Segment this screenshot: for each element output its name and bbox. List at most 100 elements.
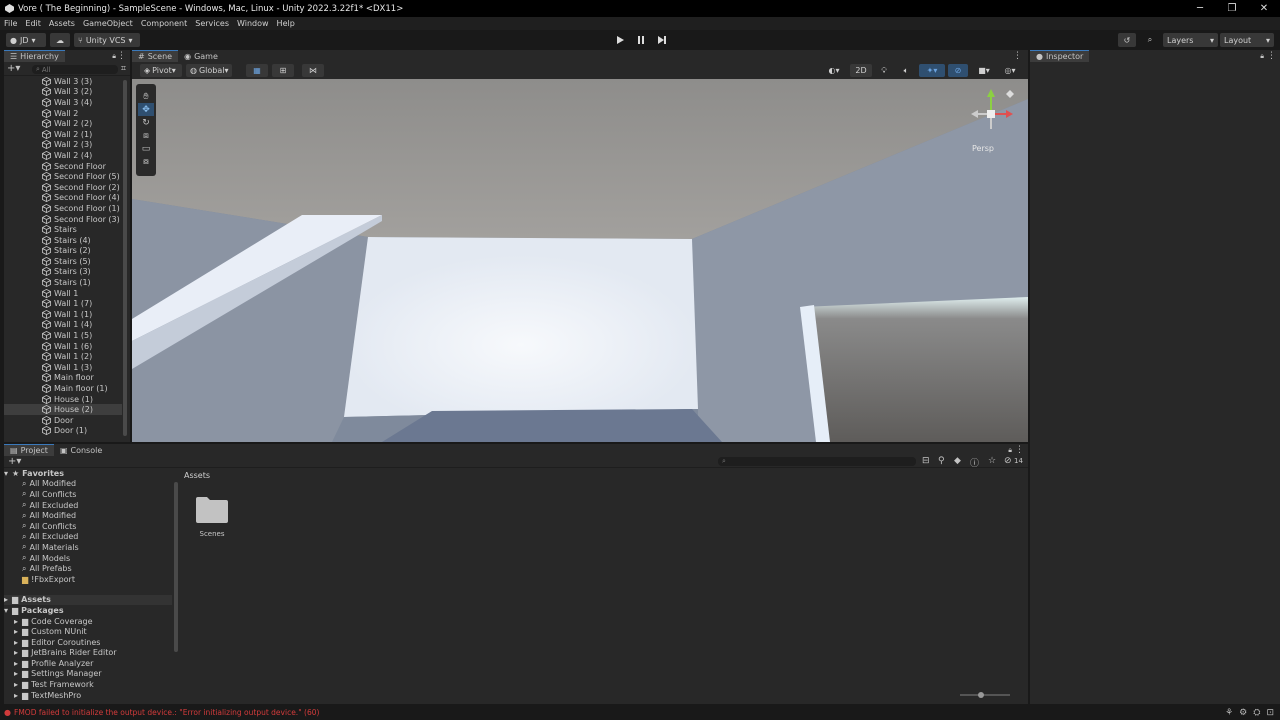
hierarchy-search-input[interactable]: ⌕ All <box>32 65 118 74</box>
history-button[interactable]: ↺ <box>1118 33 1136 47</box>
package-item[interactable]: ▸ ▆ Profile Analyzer <box>4 658 172 669</box>
hierarchy-item[interactable]: Wall 1 (6) <box>4 341 122 352</box>
global-dropdown[interactable]: ◍ Global ▾ <box>186 64 232 77</box>
2d-toggle[interactable]: 2D <box>850 64 872 77</box>
rect-tool-button[interactable]: ▭ <box>138 142 154 155</box>
package-item[interactable]: ▸ ▆ Test Framework <box>4 679 172 690</box>
expand-arrow-icon[interactable]: ▸ <box>14 669 22 678</box>
tab-hierarchy[interactable]: ☰ Hierarchy <box>4 50 65 62</box>
favorite-item[interactable]: ⌕ All Models <box>4 553 172 564</box>
menu-assets[interactable]: Assets <box>49 19 75 28</box>
filter-icon[interactable]: ⌗ <box>121 64 126 74</box>
hierarchy-item[interactable]: Wall 2 (2) <box>4 118 122 129</box>
hierarchy-item[interactable]: Wall 1 (5) <box>4 330 122 341</box>
step-button[interactable] <box>651 33 672 47</box>
package-item[interactable]: ▸ ▆ JetBrains Rider Editor <box>4 648 172 659</box>
hierarchy-item[interactable]: Main floor (1) <box>4 383 122 394</box>
expand-arrow-icon[interactable]: ▸ <box>14 638 22 647</box>
hierarchy-item[interactable]: Wall 2 (4) <box>4 150 122 161</box>
account-dropdown[interactable]: ● JD ▾ <box>6 33 46 47</box>
hierarchy-item[interactable]: Second Floor (3) <box>4 214 122 225</box>
favorite-item[interactable]: ⌕ All Modified <box>4 510 172 521</box>
icon-size-slider[interactable] <box>960 692 1010 698</box>
scrollbar-thumb[interactable] <box>123 80 127 436</box>
hierarchy-item[interactable]: Wall 1 (7) <box>4 298 122 309</box>
favorite-icon[interactable]: ☆ <box>988 456 996 466</box>
rotate-tool-button[interactable]: ↻ <box>138 116 154 129</box>
hidden-packages-icon[interactable]: ⊘ <box>1004 456 1012 466</box>
favorite-item[interactable]: ⌕ All Excluded <box>4 500 172 511</box>
hierarchy-item[interactable]: Second Floor (4) <box>4 193 122 204</box>
expand-arrow-icon[interactable]: ▸ <box>14 691 22 700</box>
layers-dropdown[interactable]: Layers ▾ <box>1163 33 1218 47</box>
favorites-header[interactable]: ▾ ★ Favorites <box>4 468 172 479</box>
notification-icon[interactable]: ⊡ <box>1266 708 1274 718</box>
hierarchy-item[interactable]: Wall 2 (3) <box>4 140 122 151</box>
cloud-button[interactable]: ☁ <box>50 33 70 47</box>
menu-component[interactable]: Component <box>141 19 187 28</box>
project-tree-scrollbar[interactable] <box>173 480 179 704</box>
add-icon[interactable]: +▾ <box>7 63 20 75</box>
status-error-message[interactable]: FMOD failed to initialize the output dev… <box>14 708 319 717</box>
increment-snap-button[interactable]: ⋈ <box>302 64 324 77</box>
expand-arrow-icon[interactable]: ▸ <box>14 680 22 689</box>
hand-tool-button[interactable]: ✋︎ <box>138 90 154 103</box>
hierarchy-item[interactable]: Wall 3 (3) <box>4 76 122 87</box>
hierarchy-item[interactable]: Second Floor (1) <box>4 203 122 214</box>
expand-arrow-icon[interactable]: ▸ <box>14 648 22 657</box>
camera-dropdown[interactable]: ■▾ <box>972 64 996 77</box>
hierarchy-item[interactable]: Wall 2 (1) <box>4 129 122 140</box>
hierarchy-item[interactable]: Second Floor (2) <box>4 182 122 193</box>
favorite-item[interactable]: ⌕ All Conflicts <box>4 489 172 500</box>
lighting-toggle[interactable]: 💡︎ <box>875 64 893 77</box>
gizmos-dropdown[interactable]: ◎▾ <box>998 64 1022 77</box>
tab-inspector[interactable]: ● Inspector <box>1030 50 1090 62</box>
hierarchy-item[interactable]: Door (1) <box>4 426 122 437</box>
hierarchy-item[interactable]: Stairs (3) <box>4 267 122 278</box>
hierarchy-item[interactable]: Stairs <box>4 224 122 235</box>
hierarchy-item[interactable]: Wall 1 (2) <box>4 351 122 362</box>
favorite-item[interactable]: ⌕ All Materials <box>4 542 172 553</box>
shading-mode-dropdown[interactable]: ◐▾ <box>822 64 846 77</box>
persp-label[interactable]: Persp <box>972 144 994 153</box>
hierarchy-item[interactable]: Stairs (1) <box>4 277 122 288</box>
lock-icon[interactable]: 🔒︎ <box>112 52 116 61</box>
effects-dropdown[interactable]: ✦▾ <box>919 64 945 77</box>
hierarchy-item[interactable]: Second Floor <box>4 161 122 172</box>
more-options-icon[interactable]: ⋮ <box>1267 51 1276 61</box>
tab-game[interactable]: ◉ Game <box>178 50 224 62</box>
play-button[interactable] <box>609 33 630 47</box>
progress-icon[interactable]: ⚘ <box>1225 708 1233 718</box>
package-item[interactable]: ▸ ▆ Custom NUnit <box>4 626 172 637</box>
hierarchy-item[interactable]: Wall 1 (3) <box>4 362 122 373</box>
vcs-dropdown[interactable]: ⑂ Unity VCS ▾ <box>74 33 140 47</box>
package-item[interactable]: ▸ ▆ Code Coverage <box>4 616 172 627</box>
transform-tool-button[interactable]: ⧇ <box>138 155 154 168</box>
scale-tool-button[interactable]: ⧈ <box>138 129 154 142</box>
debug-icon[interactable]: ⚙ <box>1239 708 1247 718</box>
lock-icon[interactable]: 🔒︎ <box>1008 446 1012 455</box>
audio-toggle[interactable]: 🔈︎ <box>897 64 915 77</box>
asset-item-scenes[interactable]: Scenes <box>194 496 230 544</box>
cache-icon[interactable]: ⛭ <box>1253 708 1260 718</box>
hierarchy-item[interactable]: Stairs (2) <box>4 246 122 257</box>
minimize-button[interactable]: ─ <box>1184 0 1216 17</box>
favorite-item[interactable]: ⌕ All Prefabs <box>4 563 172 574</box>
move-tool-button[interactable]: ✥ <box>138 103 154 116</box>
search-button[interactable]: ⌕ <box>1140 33 1160 47</box>
hierarchy-item[interactable]: Door <box>4 415 122 426</box>
layout-dropdown[interactable]: Layout ▾ <box>1220 33 1274 47</box>
favorite-item[interactable]: ⌕ All Modified <box>4 479 172 490</box>
hierarchy-item[interactable]: Wall 2 <box>4 108 122 119</box>
menu-window[interactable]: Window <box>237 19 269 28</box>
label-icon[interactable]: ◆ <box>954 456 961 466</box>
more-options-icon[interactable]: ⋮ <box>1015 445 1024 455</box>
add-icon[interactable]: +▾ <box>8 456 21 467</box>
hierarchy-item[interactable]: Wall 1 <box>4 288 122 299</box>
grid-snapping-button[interactable]: ▦ <box>246 64 268 77</box>
more-options-icon[interactable]: ⋮ <box>117 51 126 61</box>
hierarchy-item[interactable]: Stairs (5) <box>4 256 122 267</box>
hierarchy-item[interactable]: House (1) <box>4 394 122 405</box>
hierarchy-item[interactable]: Main floor <box>4 373 122 384</box>
project-search-input[interactable]: ⌕ <box>718 457 916 466</box>
